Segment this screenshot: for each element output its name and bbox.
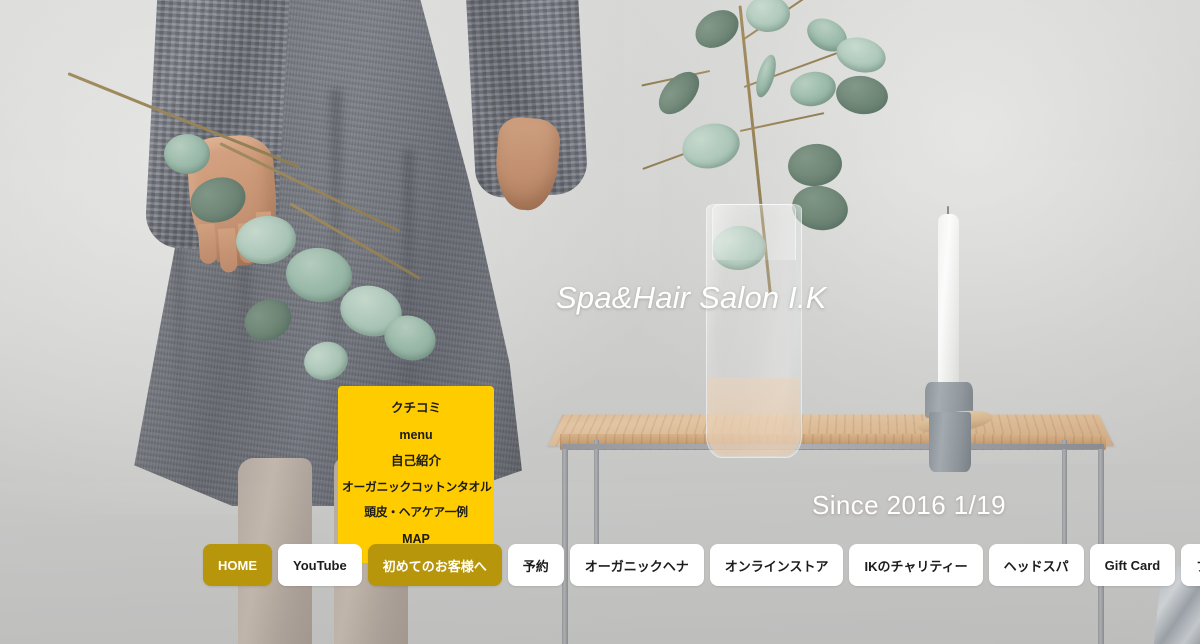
hand-right — [492, 115, 562, 213]
dropdown-item-4[interactable]: 頭皮・ヘアケア一例 — [342, 500, 490, 526]
glass-vase-neck — [712, 204, 796, 260]
nav-item-ik[interactable]: IKのチャリティー — [849, 544, 983, 586]
dropdown-item-3[interactable]: オーガニックコットンタオル — [342, 475, 492, 501]
table-stretcher — [562, 444, 1104, 449]
nav-item-[interactable]: ヘッドスパ — [988, 544, 1084, 586]
dropdown-item-1[interactable]: menu — [342, 422, 490, 449]
white-candle — [938, 214, 959, 386]
nav-item-[interactable]: 予約 — [507, 544, 564, 586]
nav-item-[interactable]: オンラインストア — [709, 544, 844, 586]
dropdown-menu[interactable]: クチコミ menu 自己紹介 オーガニックコットンタオル 頭皮・ヘアケア一例 MAP — [338, 386, 494, 563]
nav-item-[interactable]: オーガニックヘナ — [569, 544, 704, 586]
site-title: Spa&Hair Salon I.K — [556, 280, 827, 315]
dropdown-item-0[interactable]: クチコミ — [342, 395, 490, 422]
page-root: Spa&Hair Salon I.K Since 2016 1/19 クチコミ m… — [0, 0, 1200, 644]
nav-item-youtube[interactable]: YouTube — [278, 544, 362, 586]
dropdown-item-2[interactable]: 自己紹介 — [342, 448, 490, 475]
nav-item-[interactable]: ブログ — [1181, 544, 1200, 586]
nav-item-gift-card[interactable]: Gift Card — [1089, 544, 1176, 586]
nav-item-[interactable]: 初めてのお客様へ — [367, 544, 502, 586]
nav-item-home[interactable]: HOME — [203, 544, 272, 586]
eucalyptus-branch-in-vase — [640, 0, 980, 430]
eucalyptus-branch-left — [40, 50, 460, 385]
since-text: Since 2016 1/19 — [812, 490, 1006, 520]
glass-vase-base-reflection — [708, 378, 800, 456]
main-navigation-bar[interactable]: HOME YouTube 初めてのお客様へ 予約 オーガニックヘナ オンラインストア IKの… — [0, 544, 1200, 586]
candle-holder-lower — [929, 412, 971, 472]
